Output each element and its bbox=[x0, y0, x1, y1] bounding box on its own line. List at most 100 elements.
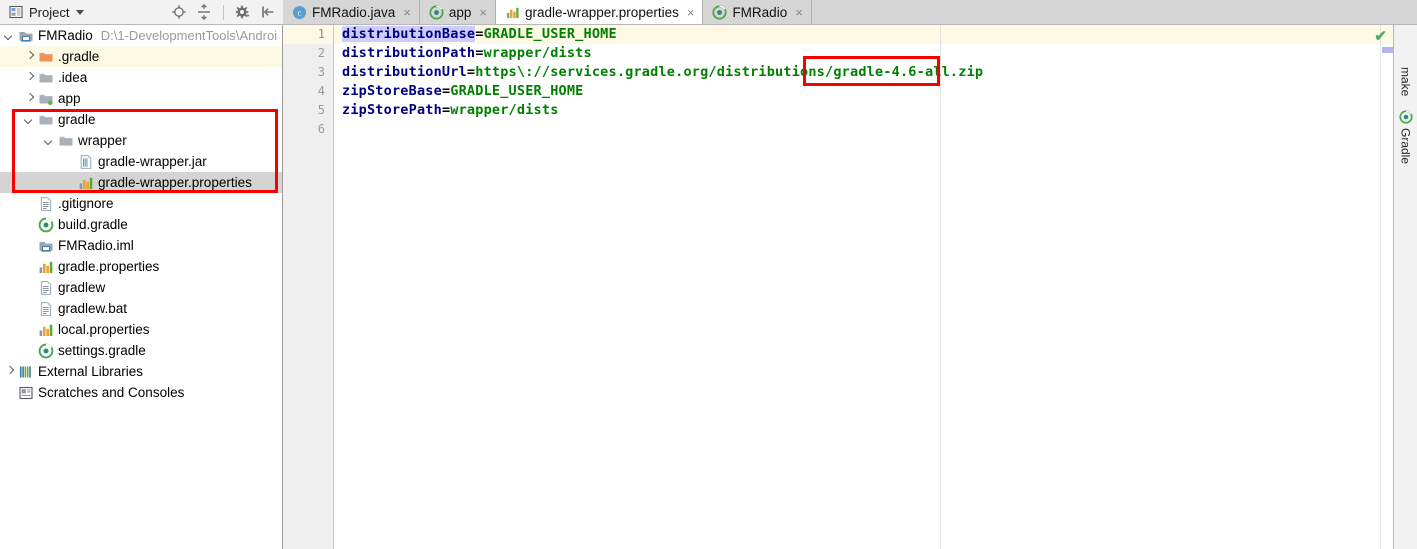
code-line[interactable]: distributionBase=GRADLE_USER_HOME bbox=[334, 25, 1393, 44]
tree-row-scratches-and-consoles[interactable]: Scratches and Consoles bbox=[0, 382, 282, 403]
code-area[interactable]: distributionBase=GRADLE_USER_HOME distrib… bbox=[334, 25, 1393, 549]
project-tree-panel[interactable]: FMRadio D:\1-DevelopmentTools\Androi .gr… bbox=[0, 25, 283, 549]
editor-tab-fmradio[interactable]: FMRadio × bbox=[703, 0, 812, 24]
close-icon[interactable]: × bbox=[403, 6, 411, 19]
tree-row-wrapper[interactable]: wrapper bbox=[0, 130, 282, 151]
property-value: wrapper/dists bbox=[450, 102, 559, 118]
collapse-all-icon[interactable] bbox=[196, 4, 212, 20]
tree-item-label: build.gradle bbox=[58, 216, 128, 232]
property-key: distributionUrl bbox=[342, 64, 467, 80]
locate-target-icon[interactable] bbox=[171, 4, 187, 20]
editor-gutter[interactable]: 1 2 3 4 5 6 bbox=[283, 25, 334, 549]
tree-row-gradlew-bat[interactable]: gradlew.bat bbox=[0, 298, 282, 319]
close-icon[interactable]: × bbox=[795, 6, 803, 19]
chevron-right-icon[interactable] bbox=[24, 51, 35, 62]
java-class-icon: c bbox=[292, 5, 307, 19]
gradle-icon bbox=[712, 4, 728, 20]
tab-bar-filler bbox=[811, 0, 1417, 24]
module-icon bbox=[38, 238, 54, 254]
tree-row-local-properties[interactable]: local.properties bbox=[0, 319, 282, 340]
folder-module-icon bbox=[38, 91, 54, 107]
tree-item-label: settings.gradle bbox=[58, 342, 146, 358]
tree-item-label: External Libraries bbox=[38, 363, 144, 379]
editor-area[interactable]: 123456 distributionBase=GRADLE_USER_HOME… bbox=[283, 25, 1393, 549]
property-key: distributionBase bbox=[342, 26, 476, 42]
right-tab-make[interactable]: make bbox=[1399, 67, 1413, 96]
tree-row-root[interactable]: FMRadio D:\1-DevelopmentTools\Androi bbox=[0, 25, 282, 46]
code-line[interactable]: distributionPath=wrapper/dists bbox=[334, 44, 1393, 63]
top-row: Project c FMRadio.java × app × gradle-wr… bbox=[0, 0, 1417, 25]
gradle-icon bbox=[429, 4, 444, 20]
tree-item-label: local.properties bbox=[58, 321, 150, 337]
line-number: 5 bbox=[317, 103, 325, 117]
property-key: zipStoreBase bbox=[342, 83, 442, 99]
settings-gear-icon[interactable] bbox=[235, 4, 251, 20]
chevron-down-icon[interactable] bbox=[76, 9, 85, 15]
project-selector[interactable]: Project bbox=[8, 4, 85, 20]
svg-text:c: c bbox=[298, 7, 302, 17]
code-line[interactable]: zipStoreBase=GRADLE_USER_HOME bbox=[334, 82, 1393, 101]
chevron-right-icon[interactable] bbox=[4, 366, 15, 377]
editor-tab-gradle-wrapper-properties[interactable]: gradle-wrapper.properties × bbox=[496, 0, 704, 24]
tree-row-gitignore[interactable]: .gitignore bbox=[0, 193, 282, 214]
inspection-status-icon[interactable]: ✔ bbox=[1374, 27, 1387, 45]
close-icon[interactable]: × bbox=[687, 6, 695, 19]
tab-label: FMRadio bbox=[732, 4, 788, 20]
tree-row-gradle[interactable]: gradle bbox=[0, 109, 282, 130]
close-icon[interactable]: × bbox=[479, 6, 487, 19]
tree-row-gradle[interactable]: .gradle bbox=[0, 46, 282, 67]
tree-row-fmradio-iml[interactable]: FMRadio.iml bbox=[0, 235, 282, 256]
property-key: zipStorePath bbox=[342, 102, 442, 118]
toolbar-divider bbox=[223, 4, 224, 20]
folder-icon bbox=[58, 133, 74, 149]
chevron-down-icon[interactable] bbox=[4, 30, 15, 41]
property-value: GRADLE_USER_HOME bbox=[483, 26, 617, 42]
project-panel-toolbar: Project bbox=[0, 0, 283, 24]
tree-row-external-libraries[interactable]: External Libraries bbox=[0, 361, 282, 382]
chevron-down-icon[interactable] bbox=[24, 114, 35, 125]
chevron-down-icon[interactable] bbox=[44, 135, 55, 146]
tree-row-gradle-wrapper-properties[interactable]: gradle-wrapper.properties bbox=[0, 172, 282, 193]
code-line[interactable]: zipStorePath=wrapper/dists bbox=[334, 101, 1393, 120]
hide-panel-icon[interactable] bbox=[260, 4, 276, 20]
tree-row-gradlew[interactable]: gradlew bbox=[0, 277, 282, 298]
module-icon bbox=[19, 31, 33, 42]
text-file-icon bbox=[38, 196, 54, 212]
tree-item-label: .idea bbox=[58, 69, 88, 85]
right-tab-gradle[interactable]: Gradle bbox=[1399, 110, 1413, 164]
tree-row-settings-gradle[interactable]: settings.gradle bbox=[0, 340, 282, 361]
tree-item-label: .gitignore bbox=[58, 195, 114, 211]
tree-row-app[interactable]: app bbox=[0, 88, 282, 109]
tree-row-build-gradle[interactable]: build.gradle bbox=[0, 214, 282, 235]
tab-label: FMRadio.java bbox=[312, 4, 396, 20]
jar-icon bbox=[78, 154, 94, 170]
editor-tab-fmradio-java[interactable]: c FMRadio.java × bbox=[283, 0, 420, 24]
chevron-right-icon[interactable] bbox=[24, 72, 35, 83]
line-number: 1 bbox=[283, 25, 333, 44]
scrollbar-marker[interactable] bbox=[1382, 47, 1393, 53]
tab-label: app bbox=[448, 4, 472, 20]
tree-row-idea[interactable]: .idea bbox=[0, 67, 282, 88]
tree-item-label: wrapper bbox=[78, 132, 127, 148]
tree-item-label: gradle-wrapper.jar bbox=[98, 153, 207, 169]
right-tab-label: Gradle bbox=[1398, 128, 1413, 165]
main-body: FMRadio D:\1-DevelopmentTools\Androi .gr… bbox=[0, 25, 1417, 549]
chevron-right-icon[interactable] bbox=[24, 93, 35, 104]
property-value: https\://services.gradle.org/distributio… bbox=[475, 64, 984, 80]
tree-row-gradle-wrapper-jar[interactable]: gradle-wrapper.jar bbox=[0, 151, 282, 172]
right-tool-window-bar: make Gradle bbox=[1393, 25, 1417, 549]
editor-scrollbar[interactable] bbox=[1380, 25, 1393, 549]
editor-tab-app[interactable]: app × bbox=[419, 0, 496, 24]
property-separator: = bbox=[466, 64, 476, 80]
tree-row-gradle-properties[interactable]: gradle.properties bbox=[0, 256, 282, 277]
line-number: 4 bbox=[317, 84, 325, 98]
code-line[interactable]: distributionUrl=https\://services.gradle… bbox=[334, 63, 1393, 82]
property-value: GRADLE_USER_HOME bbox=[450, 83, 584, 99]
